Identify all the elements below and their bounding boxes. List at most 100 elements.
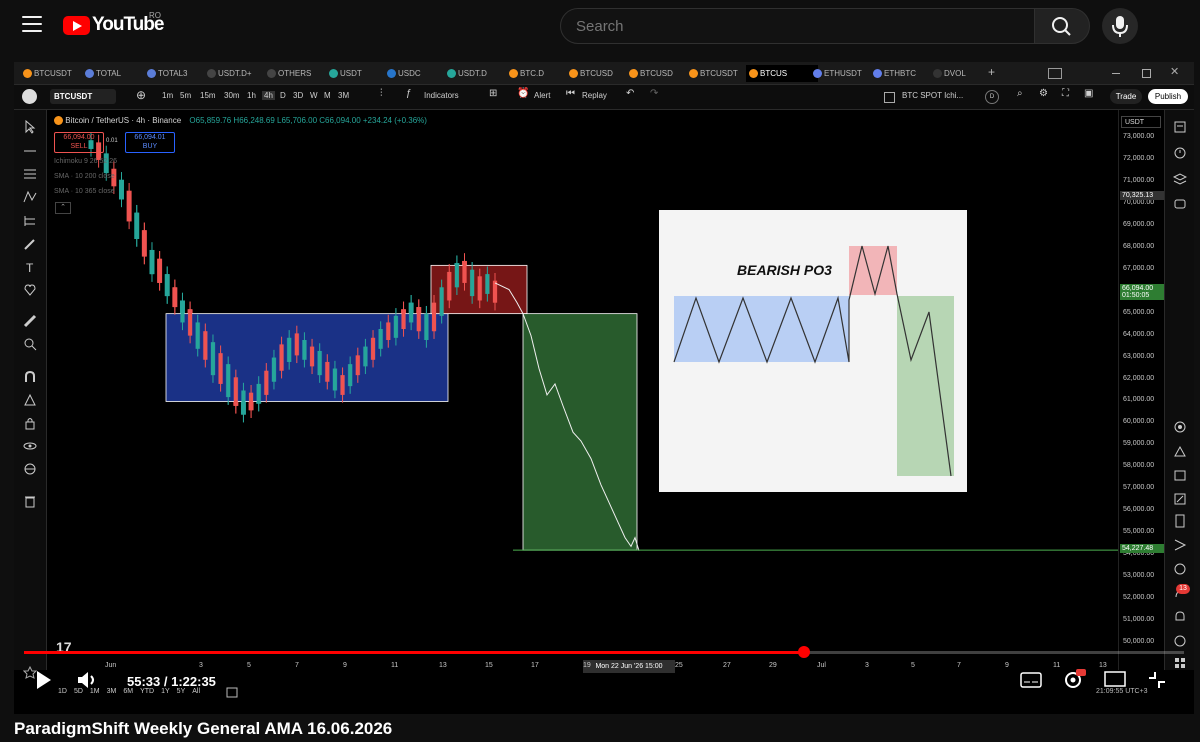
timeframe-3d[interactable]: 3D — [293, 91, 303, 100]
indicators-icon[interactable]: ƒ — [406, 88, 412, 99]
search-box[interactable] — [560, 8, 1036, 44]
buy-button[interactable]: 66,094.01 BUY — [125, 132, 175, 153]
volume-icon[interactable] — [76, 670, 100, 690]
indicator-sma-200[interactable]: SMA · 10 200 close — [54, 173, 115, 180]
globe-icon[interactable] — [23, 462, 37, 476]
trend-line-icon[interactable] — [23, 144, 37, 158]
collapse-legend-icon[interactable]: ⌃ — [55, 202, 71, 214]
trade-button[interactable]: Trade — [1110, 89, 1142, 104]
symbol-search[interactable]: BTCUSDT — [50, 89, 116, 104]
ideas-icon[interactable] — [1173, 444, 1187, 458]
currency-selector[interactable]: USDT — [1121, 116, 1161, 128]
search-input[interactable] — [574, 17, 1018, 36]
timeframe-15m[interactable]: 15m — [200, 91, 216, 100]
timeframe-m[interactable]: M — [324, 91, 331, 100]
fullscreen-exit-icon[interactable] — [1147, 670, 1167, 690]
quick-search-icon[interactable]: ⌕ — [1017, 88, 1023, 99]
indicator-sma-365[interactable]: SMA · 10 365 close — [54, 188, 115, 195]
lock-icon[interactable] — [23, 416, 37, 430]
ruler-icon[interactable] — [23, 314, 37, 328]
timeframe-d[interactable]: D — [280, 91, 286, 100]
replay-icon[interactable]: ⏮ — [566, 88, 575, 99]
minimize-icon[interactable] — [1112, 73, 1120, 74]
date-range-option[interactable]: 1D — [58, 688, 67, 695]
date-range-option[interactable]: 1M — [90, 688, 100, 695]
alert-icon[interactable]: ⏰ — [517, 88, 529, 99]
timeframe-4h[interactable]: 4h — [262, 91, 275, 100]
cursor-icon[interactable] — [23, 120, 37, 134]
new-tab-button[interactable]: + — [986, 65, 1002, 82]
brush-icon[interactable] — [23, 237, 37, 251]
news-icon[interactable] — [1173, 514, 1187, 528]
hotlist-icon[interactable] — [1173, 538, 1187, 552]
undo-icon[interactable]: ↶ — [626, 88, 634, 99]
tab-chart-active[interactable]: BTCUS — [746, 65, 818, 82]
lock-drawing-icon[interactable] — [23, 393, 37, 407]
magnet-icon[interactable] — [23, 370, 37, 384]
layout-dropdown[interactable]: D — [985, 90, 999, 104]
date-range-option[interactable]: 1Y — [161, 688, 170, 695]
layout-name[interactable]: BTC SPOT Ichi... — [902, 91, 963, 100]
timeframe-5m[interactable]: 5m — [180, 91, 191, 100]
date-range-calendar-icon[interactable] — [226, 686, 238, 698]
chat-icon[interactable] — [1173, 198, 1187, 212]
eye-icon[interactable] — [23, 439, 37, 453]
redo-icon[interactable]: ↷ — [650, 88, 658, 99]
notifications-bell-icon[interactable] — [1173, 610, 1187, 624]
fullscreen-icon[interactable]: ⛶ — [1062, 88, 1069, 99]
target-icon[interactable] — [1173, 420, 1187, 434]
search-button[interactable] — [1034, 8, 1090, 44]
calendar-icon[interactable] — [1173, 468, 1187, 482]
settings-icon[interactable]: ⚙ — [1039, 88, 1048, 99]
timeframe-3m[interactable]: 3M — [338, 91, 349, 100]
date-range-option[interactable]: 3M — [107, 688, 117, 695]
fib-icon[interactable] — [23, 167, 37, 181]
help-icon[interactable] — [1173, 634, 1187, 648]
camera-icon[interactable]: ▣ — [1084, 88, 1093, 99]
sell-button[interactable]: 66,094.00 SELL — [54, 132, 104, 153]
date-range-option[interactable]: All — [192, 688, 200, 695]
layout-icon[interactable] — [1048, 68, 1062, 79]
menu-icon[interactable] — [22, 16, 42, 32]
voice-search-button[interactable] — [1102, 8, 1138, 44]
candle-type-icon[interactable]: ⫶ — [380, 88, 383, 99]
pattern-icon[interactable] — [23, 190, 37, 204]
date-range-option[interactable]: 5D — [74, 688, 83, 695]
youtube-logo[interactable]: YouTube RO — [63, 11, 164, 36]
maximize-icon[interactable] — [1142, 69, 1151, 78]
price-axis[interactable]: USDT 73,000.00 72,000.00 71,000.00 70,000.0… — [1118, 110, 1165, 670]
video-player[interactable]: BTCUSDT TOTAL TOTAL3 USDT.D+ OTHERS USDT… — [14, 62, 1194, 714]
timeframe-1h[interactable]: 1h — [247, 91, 256, 100]
layers-icon[interactable] — [1173, 172, 1187, 186]
subtitles-icon[interactable] — [1020, 672, 1042, 688]
replay-button[interactable]: Replay — [582, 91, 607, 100]
compass-icon[interactable] — [1173, 562, 1187, 576]
alert-button[interactable]: Alert — [534, 91, 550, 100]
trash-icon[interactable] — [23, 494, 37, 508]
theater-mode-icon[interactable] — [1104, 670, 1126, 688]
publish-button[interactable]: Publish — [1148, 89, 1188, 104]
indicators-button[interactable]: Indicators — [424, 91, 459, 100]
templates-icon[interactable]: ⊞ — [489, 88, 497, 99]
video-progress-bar[interactable] — [24, 646, 1184, 658]
play-icon[interactable] — [34, 670, 52, 690]
date-range-option[interactable]: 5Y — [177, 688, 186, 695]
pip-icon[interactable] — [1173, 492, 1187, 506]
progress-scrubber[interactable] — [797, 646, 810, 658]
timeframe-1m[interactable]: 1m — [162, 91, 173, 100]
date-range-option[interactable]: YTD — [140, 688, 154, 695]
text-icon[interactable]: T — [23, 260, 37, 274]
layout-checkbox-icon[interactable] — [884, 92, 895, 103]
timeframe-w[interactable]: W — [310, 91, 318, 100]
watchlist-icon[interactable] — [1173, 120, 1187, 134]
indicator-ichimoku[interactable]: Ichimoku 9 26 52 26 — [54, 158, 117, 165]
forecast-icon[interactable] — [23, 214, 37, 228]
close-window-icon[interactable]: ✕ — [1170, 65, 1179, 78]
timeframe-30m[interactable]: 30m — [224, 91, 240, 100]
alerts-clock-icon[interactable] — [1173, 146, 1187, 160]
date-range-option[interactable]: 6M — [123, 688, 133, 695]
profile-avatar[interactable] — [22, 89, 37, 104]
heart-icon[interactable] — [23, 283, 37, 297]
zoom-in-icon[interactable] — [23, 337, 37, 351]
compare-add-icon[interactable]: ⊕ — [136, 88, 146, 102]
